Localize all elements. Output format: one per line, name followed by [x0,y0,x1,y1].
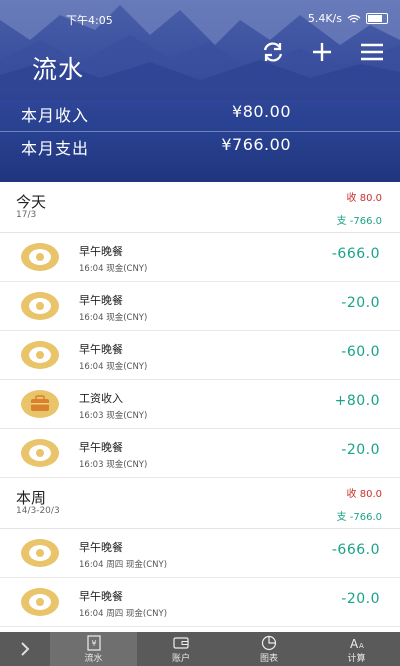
bottom-tab-bar: ¥ 流水 账户 图表 AA 计算 [0,632,400,666]
item-category: 工资收入 [79,392,123,405]
tab-ledger[interactable]: ¥ 流水 [50,632,137,666]
list-item[interactable]: 早午晚餐 16:03 现金(CNY) -20.0 [0,429,400,478]
item-meta: 16:03 现金(CNY) [79,411,148,421]
group-header-this-week[interactable]: 本周 14/3-20/3 收 80.0 支 -766.0 [0,478,400,529]
svg-text:A: A [359,642,364,650]
item-amount: -20.0 [341,591,380,607]
month-expense-row: 本月支出 ¥766.00 [0,131,400,161]
svg-text:¥: ¥ [91,639,96,648]
month-expense-label: 本月支出 [21,139,90,158]
wifi-icon [347,14,361,23]
group-income: 收 80.0 [346,193,382,204]
item-category: 早午晚餐 [79,590,123,603]
item-category: 早午晚餐 [79,541,123,554]
month-income-row: 本月收入 ¥80.00 [0,98,400,128]
egg-icon [21,539,59,567]
battery-icon [366,13,388,24]
wallet-icon [173,637,189,649]
item-amount: -666.0 [331,542,380,558]
network-speed: 5.4K/s [307,12,342,25]
tab-calculate[interactable]: AA 计算 [313,632,400,666]
chevron-right-icon [21,642,30,656]
group-date: 17/3 [16,210,37,220]
status-time: 下午4:05 [66,14,113,27]
month-income-value: ¥80.00 [232,102,291,121]
list-item[interactable]: 早午晚餐 16:04 周四 现金(CNY) -20.0 [0,578,400,627]
expand-tab-button[interactable] [0,632,50,666]
briefcase-icon [21,390,59,418]
item-amount: -20.0 [341,442,380,458]
group-name: 本周 [16,489,47,507]
page-title: 流水 [32,55,85,84]
item-meta: 16:04 现金(CNY) [79,362,148,372]
add-icon[interactable] [310,40,334,64]
item-category: 早午晚餐 [79,441,123,454]
item-amount: -666.0 [331,246,380,262]
sync-icon[interactable] [261,40,285,64]
month-income-label: 本月收入 [21,106,90,125]
month-expense-value: ¥766.00 [221,135,291,154]
item-amount: -20.0 [341,295,380,311]
item-category: 早午晚餐 [79,245,123,258]
svg-text:A: A [350,637,359,651]
group-income: 收 80.0 [346,489,382,500]
item-category: 早午晚餐 [79,294,123,307]
egg-icon [21,243,59,271]
group-expense: 支 -766.0 [336,512,382,523]
egg-icon [21,292,59,320]
list-item[interactable]: 早午晚餐 16:04 现金(CNY) -60.0 [0,331,400,380]
item-amount: -60.0 [341,344,380,360]
header: 下午4:05 5.4K/s 流水 本月收入 ¥80.00 本月支出 ¥766.0… [0,0,400,182]
ledger-icon: ¥ [86,635,101,651]
group-header-today[interactable]: 今天 17/3 收 80.0 支 -766.0 [0,182,400,233]
group-name: 今天 [16,193,47,211]
egg-icon [21,588,59,616]
list-item[interactable]: 工资收入 16:03 现金(CNY) +80.0 [0,380,400,429]
tab-charts[interactable]: 图表 [225,632,313,666]
menu-icon[interactable] [360,40,384,64]
item-amount: +80.0 [334,393,380,409]
list-item[interactable]: 早午晚餐 16:04 周四 现金(CNY) -666.0 [0,529,400,578]
tab-label: 账户 [171,654,190,664]
group-date: 14/3-20/3 [16,506,60,516]
egg-icon [21,439,59,467]
egg-icon [21,341,59,369]
font-size-icon: AA [350,637,364,651]
pie-chart-icon [261,635,277,651]
item-meta: 16:03 现金(CNY) [79,460,148,470]
status-bar: 下午4:05 5.4K/s [0,12,400,28]
tab-label: 流水 [84,654,103,664]
item-category: 早午晚餐 [79,343,123,356]
item-meta: 16:04 周四 现金(CNY) [79,560,168,570]
tab-label: 计算 [347,654,366,664]
item-meta: 16:04 现金(CNY) [79,313,148,323]
list-item[interactable]: 早午晚餐 16:04 现金(CNY) -666.0 [0,233,400,282]
tab-accounts[interactable]: 账户 [137,632,225,666]
tab-label: 图表 [259,654,278,664]
list-item[interactable]: 早午晚餐 16:04 现金(CNY) -20.0 [0,282,400,331]
item-meta: 16:04 现金(CNY) [79,264,148,274]
item-meta: 16:04 周四 现金(CNY) [79,609,168,619]
group-expense: 支 -766.0 [336,216,382,227]
transaction-list[interactable]: 今天 17/3 收 80.0 支 -766.0 早午晚餐 16:04 现金(CN… [0,182,400,632]
